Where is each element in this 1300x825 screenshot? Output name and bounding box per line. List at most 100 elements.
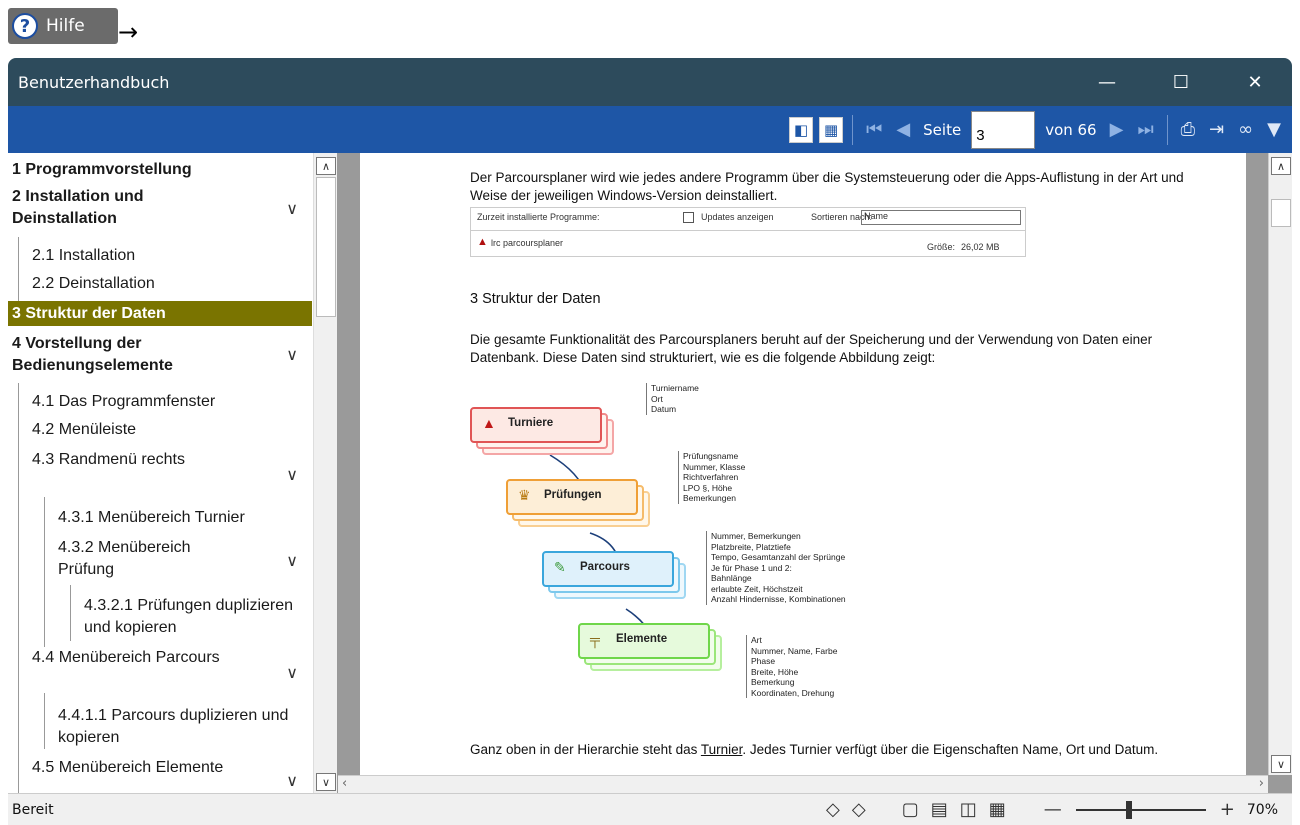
toc-item[interactable]: 4 Vorstellung der	[12, 333, 312, 355]
first-page-icon[interactable]: ⏮	[866, 119, 882, 140]
grid-view-icon[interactable]: ▦	[989, 799, 1006, 820]
toc-guide-line	[44, 497, 45, 647]
toc-item[interactable]: 1 Programmvorstellung	[12, 159, 312, 181]
parcours-attributes: Nummer, Bemerkungen Platzbreite, Platzti…	[706, 531, 846, 605]
continuous-view-icon[interactable]: ▤	[931, 799, 948, 820]
dropdown-arrow-icon[interactable]: ▼	[1267, 119, 1281, 140]
toc-item[interactable]: 4.5 Menübereich Elemente	[32, 757, 312, 779]
data-structure-diagram: ▲ Turniere ♛ Prüfungen ✎ Parcours ╤ Elem…	[470, 383, 910, 743]
zoom-slider[interactable]	[1075, 800, 1206, 819]
scroll-left-icon[interactable]: ‹	[342, 776, 347, 791]
jump-icon: ✎	[554, 559, 566, 575]
scroll-right-icon[interactable]: ›	[1259, 776, 1264, 791]
toc-item[interactable]: 4.3.2 Menübereich	[58, 537, 312, 559]
search-binoculars-icon[interactable]: ∞	[1238, 119, 1253, 140]
status-text: Bereit	[12, 801, 54, 818]
toc-item[interactable]: 2 Installation und	[12, 186, 312, 208]
toc-guide-line	[70, 585, 71, 641]
maximize-button[interactable]: ☐	[1144, 58, 1218, 106]
toc-item[interactable]: 2.1 Installation	[32, 245, 312, 267]
page-number-input[interactable]	[971, 110, 1036, 149]
node-pruefungen: ♛ Prüfungen	[506, 479, 650, 527]
toolbar-separator	[852, 114, 854, 145]
scroll-up-icon[interactable]: ∧	[1271, 157, 1291, 175]
turnier-link[interactable]: Turnier	[701, 742, 743, 757]
trophy-icon: ♛	[518, 487, 531, 503]
last-page-icon[interactable]: ⏭	[1137, 119, 1153, 140]
chevron-down-icon[interactable]: ∨	[286, 345, 298, 365]
thumbnails-icon[interactable]: ▦	[819, 116, 844, 143]
zoom-level: 70%	[1246, 801, 1278, 818]
next-match-icon[interactable]: ◇	[852, 799, 866, 820]
size-label: Größe:	[927, 242, 956, 252]
toc-item[interactable]: Deinstallation	[12, 208, 312, 230]
updates-checkbox	[683, 212, 694, 223]
scroll-thumb[interactable]	[316, 177, 336, 317]
body-paragraph: Die gesamte Funktionalität des Parcoursp…	[470, 332, 1153, 365]
toc-item[interactable]: 4.3.1 Menübereich Turnier	[58, 507, 312, 529]
page-label: Seite	[923, 120, 962, 139]
print-icon[interactable]: ⎙	[1181, 119, 1195, 140]
document-horizontal-scrollbar[interactable]: ‹ ›	[338, 775, 1268, 793]
zoom-in-icon[interactable]: +	[1220, 799, 1235, 820]
close-button[interactable]: ✕	[1218, 58, 1292, 106]
manual-window: Benutzerhandbuch — ☐ ✕ ◧ ▦ ⏮ ◀ Seite von…	[8, 58, 1292, 825]
toc-scrollbar[interactable]: ∧ ∨	[313, 153, 337, 793]
previous-page-icon[interactable]: ◀	[896, 119, 910, 140]
prev-match-icon[interactable]: ◇	[826, 799, 840, 820]
app-name: lrc parcoursplaner	[491, 238, 564, 248]
toc-item[interactable]: 4.1 Das Programmfenster	[32, 391, 312, 413]
toc-item[interactable]: 2.2 Deinstallation	[32, 273, 312, 295]
minimize-button[interactable]: —	[1070, 58, 1144, 106]
sort-select: Name	[861, 210, 1021, 225]
scroll-up-icon[interactable]: ∧	[316, 157, 336, 175]
toc-item[interactable]: Prüfung	[58, 559, 312, 581]
footer-paragraph: Ganz oben in der Hierarchie steht das Tu…	[470, 742, 1159, 757]
toc-item[interactable]: 4.2 Menüleiste	[32, 419, 312, 441]
toggle-sidebar-icon[interactable]: ◧	[789, 116, 814, 143]
document-vertical-scrollbar[interactable]: ∧ ∨	[1268, 153, 1292, 775]
two-page-view-icon[interactable]: ◫	[960, 799, 977, 820]
chevron-down-icon[interactable]: ∨	[286, 199, 298, 219]
pruefungen-attributes: Prüfungsname Nummer, Klasse Richtverfahr…	[678, 451, 745, 504]
horse-head-icon: ▲	[482, 415, 496, 431]
chevron-down-icon[interactable]: ∨	[286, 551, 298, 571]
toc-guide-line	[18, 383, 19, 793]
export-icon[interactable]: ⇥	[1209, 119, 1224, 140]
document-pane: Der Parcoursplaner wird wie jedes andere…	[338, 153, 1292, 793]
toc-item[interactable]: kopieren	[58, 727, 312, 749]
toc-item[interactable]: 4.3 Randmenü rechts	[32, 449, 312, 471]
zoom-out-icon[interactable]: —	[1044, 799, 1062, 820]
node-parcours: ✎ Parcours	[542, 551, 686, 599]
toolbar-separator	[1166, 114, 1168, 145]
scroll-down-icon[interactable]: ∨	[1271, 755, 1291, 773]
chevron-down-icon[interactable]: ∨	[286, 663, 298, 683]
node-elemente: ╤ Elemente	[578, 623, 722, 671]
node-label: Turniere	[508, 417, 554, 429]
chevron-down-icon[interactable]: ∨	[286, 465, 298, 485]
toc-item[interactable]: und kopieren	[84, 617, 312, 639]
toc-item[interactable]: Bedienungselemente	[12, 355, 312, 377]
zoom-slider-knob[interactable]	[1125, 800, 1132, 819]
status-bar: Bereit ◇ ◇ ▢ ▤ ◫ ▦ — + 70%	[8, 793, 1292, 825]
help-button[interactable]: ? Hilfe	[8, 8, 118, 44]
intro-paragraph: Der Parcoursplaner wird wie jedes andere…	[470, 170, 1184, 203]
document-page: Der Parcoursplaner wird wie jedes andere…	[360, 153, 1246, 775]
toc-item[interactable]: 4.4 Menübereich Parcours	[32, 647, 312, 669]
node-label: Elemente	[616, 633, 668, 645]
chevron-down-icon[interactable]: ∨	[286, 771, 298, 791]
next-page-icon[interactable]: ▶	[1110, 119, 1124, 140]
toc-guide-line	[44, 693, 45, 749]
body-area: 1 Programmvorstellung 2 Installation und…	[8, 153, 1292, 793]
toc-guide-line	[18, 237, 19, 301]
updates-label: Updates anzeigen	[701, 212, 774, 222]
toc-item[interactable]: 4.3.2.1 Prüfungen duplizieren	[84, 595, 312, 617]
toc-item-active[interactable]: 3 Struktur der Daten	[8, 301, 312, 326]
scroll-down-icon[interactable]: ∨	[316, 773, 336, 791]
help-icon: ?	[12, 13, 38, 39]
toc-item[interactable]: 4.4.1.1 Parcours duplizieren und	[58, 705, 312, 727]
scroll-thumb[interactable]	[1271, 199, 1291, 227]
turniere-attributes: Turniername Ort Datum	[646, 383, 699, 415]
app-logo-icon: ▲	[477, 236, 488, 248]
single-page-view-icon[interactable]: ▢	[902, 799, 919, 820]
